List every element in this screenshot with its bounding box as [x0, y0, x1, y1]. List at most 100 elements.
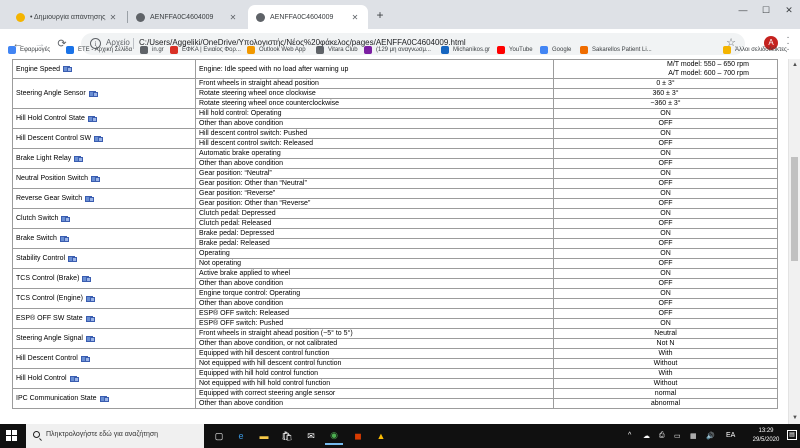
new-tab-button[interactable]: + — [373, 8, 387, 22]
tab-document[interactable]: AENFFA0C4604009 ✕ — [128, 5, 246, 29]
table-row: TCS Control (Brake) Active brake applied … — [12, 268, 778, 289]
condition-cell: Front wheels in straight ahead position … — [195, 328, 554, 339]
vertical-scrollbar[interactable]: ▲ ▼ — [788, 59, 800, 424]
reference-sheet-icon[interactable] — [99, 395, 109, 402]
office-icon[interactable]: ◼ — [349, 427, 367, 445]
value-cell: normal — [553, 388, 778, 399]
scroll-up-icon[interactable]: ▲ — [789, 59, 800, 71]
taskbar-clock[interactable]: 13:29 29/5/2020 — [748, 427, 784, 445]
condition-cell: Rotate steering wheel once counterclockw… — [195, 98, 554, 109]
condition-cell: Operating — [195, 248, 554, 259]
reference-sheet-icon[interactable] — [85, 195, 95, 202]
bookmark-label: Sakarellos Patient Li... — [592, 47, 652, 53]
bookmark-sakarellos[interactable]: Sakarellos Patient Li... — [580, 44, 652, 56]
reference-sheet-icon[interactable] — [85, 315, 95, 322]
chrome-icon[interactable]: ◉ — [325, 427, 343, 445]
table-row: TCS Control (Engine) Engine torque contro… — [12, 288, 778, 309]
bookmark-unread[interactable]: (129 μη αναγνωσμ... — [364, 44, 431, 56]
windows-start-icon[interactable] — [6, 430, 17, 441]
condition-cell: Gear position: Other than “Neutral” — [195, 178, 554, 189]
mail-icon[interactable]: ✉ — [302, 427, 320, 445]
battery-icon[interactable]: ▭ — [674, 432, 681, 440]
language-indicator[interactable]: EA — [726, 432, 735, 439]
table-row: Engine Speed Engine: Idle speed with no l… — [12, 59, 778, 79]
tab-strip: • Δημιουργία απάντησης ✕ AENFFA0C4604009… — [0, 0, 800, 29]
tab-title: AENFFA0C4604009 — [270, 13, 334, 21]
bookmark-efka[interactable]: ΕΦΚΑ | Ενιαίος Φορ... — [170, 44, 241, 56]
bookmark-in-gr[interactable]: in.gr — [140, 44, 164, 56]
table-row: Hill Hold Control State Hill hold control… — [12, 108, 778, 129]
value-cell: OFF — [553, 308, 778, 319]
value-cell: With — [553, 348, 778, 359]
reference-sheet-icon[interactable] — [61, 215, 71, 222]
bookmark-michanikos[interactable]: Michanikos.gr — [441, 44, 490, 56]
reference-sheet-icon[interactable] — [74, 155, 84, 162]
bookmark-label: Google — [552, 47, 572, 53]
bookmark-label: ΕΤΕ - Αρχική Σελίδα — [78, 47, 133, 53]
condition-cell: ESP® OFF switch: Pushed — [195, 318, 554, 329]
tab-close-icon[interactable]: ✕ — [350, 13, 360, 22]
taskbar-search-box[interactable]: Πληκτρολογήστε εδώ για αναζήτηση — [26, 424, 204, 448]
other-bookmarks[interactable]: Άλλοι σελιδοδείκτες — [723, 44, 787, 56]
network-icon[interactable]: ▦ — [690, 432, 697, 440]
reference-sheet-icon[interactable] — [85, 335, 95, 342]
value-cell: Without — [553, 358, 778, 369]
scroll-down-icon[interactable]: ▼ — [789, 412, 800, 424]
edge-icon[interactable]: e — [232, 427, 250, 445]
reference-sheet-icon[interactable] — [80, 355, 90, 362]
condition-cell: Gear position: Other than “Reverse” — [195, 198, 554, 209]
reference-sheet-icon[interactable] — [88, 90, 98, 97]
reference-sheet-icon[interactable] — [59, 235, 69, 242]
maximize-button[interactable]: ☐ — [755, 0, 777, 20]
scroll-thumb[interactable] — [791, 157, 798, 261]
minimize-button[interactable]: — — [732, 0, 754, 20]
condition-cell: Brake pedal: Released — [195, 238, 554, 249]
reference-sheet-icon[interactable] — [69, 375, 79, 382]
reference-sheet-icon[interactable] — [68, 255, 78, 262]
drive-icon[interactable]: ▲ — [372, 427, 390, 445]
file-explorer-icon[interactable]: ▬ — [255, 427, 273, 445]
reference-sheet-icon[interactable] — [62, 66, 72, 73]
bookmark-youtube[interactable]: YouTube — [497, 44, 533, 56]
notifications-icon[interactable]: ▤ — [787, 430, 797, 440]
reference-sheet-icon[interactable] — [87, 115, 97, 122]
item-name-cell: Steering Angle Signal — [12, 328, 196, 349]
bookmark-apps[interactable]: Εφαρμογές — [8, 44, 50, 56]
condition-cell: Other than above condition, or not calib… — [195, 338, 554, 349]
reference-sheet-icon[interactable] — [94, 135, 104, 142]
condition-cell: Hill descent control switch: Pushed — [195, 128, 554, 139]
close-window-button[interactable]: ✕ — [778, 0, 800, 20]
bookmark-label: YouTube — [509, 47, 533, 53]
tab-document-active[interactable]: AENFFA0C4604009 ✕ — [248, 5, 368, 29]
printer-icon[interactable]: ⎙ — [659, 432, 665, 440]
bookmark-google[interactable]: Google — [540, 44, 571, 56]
bookmark-ete[interactable]: ΕΤΕ - Αρχική Σελίδα — [66, 44, 132, 56]
item-name-cell: Hill Hold Control State — [12, 108, 196, 129]
bookmark-vitara[interactable]: Vitara Club — [316, 44, 358, 56]
table-row: Steering Angle Signal Front wheels in str… — [12, 328, 778, 349]
tab-close-icon[interactable]: ✕ — [108, 13, 118, 22]
item-name: TCS Control (Brake) — [16, 275, 80, 282]
bookmark-label: Εφαρμογές — [20, 47, 51, 53]
tab-reply[interactable]: • Δημιουργία απάντησης ✕ — [8, 5, 126, 29]
value-cell: OFF — [553, 298, 778, 309]
bookmark-site-icon — [441, 46, 449, 54]
reference-sheet-icon[interactable] — [82, 275, 92, 282]
condition-cell: Equipped with hill descent control funct… — [195, 348, 554, 359]
condition-cell: Gear position: “Neutral” — [195, 168, 554, 179]
tab-close-icon[interactable]: ✕ — [228, 13, 238, 22]
tab-title: • Δημιουργία απάντησης — [30, 13, 106, 21]
item-name-cell: Brake Switch — [12, 228, 196, 249]
reference-sheet-icon[interactable] — [85, 295, 95, 302]
store-icon[interactable]: 🛍 — [278, 427, 296, 445]
table-row: ESP® OFF SW State ESP® OFF switch: Releas… — [12, 308, 778, 329]
value-cell: M/T model: 550 – 650 rpm A/T model: 600 … — [553, 59, 778, 79]
cloud-icon[interactable]: ☁ — [643, 432, 650, 440]
volume-icon[interactable]: 🔊 — [706, 432, 715, 440]
tray-overflow-icon[interactable]: ^ — [628, 432, 631, 439]
bookmark-outlook[interactable]: Outlook Web App — [247, 44, 306, 56]
task-view-icon[interactable]: ▢ — [210, 427, 228, 445]
reference-sheet-icon[interactable] — [90, 175, 100, 182]
condition-cell: Hill hold control: Operating — [195, 108, 554, 119]
condition-cell: Equipped with correct steering angle sen… — [195, 388, 554, 399]
